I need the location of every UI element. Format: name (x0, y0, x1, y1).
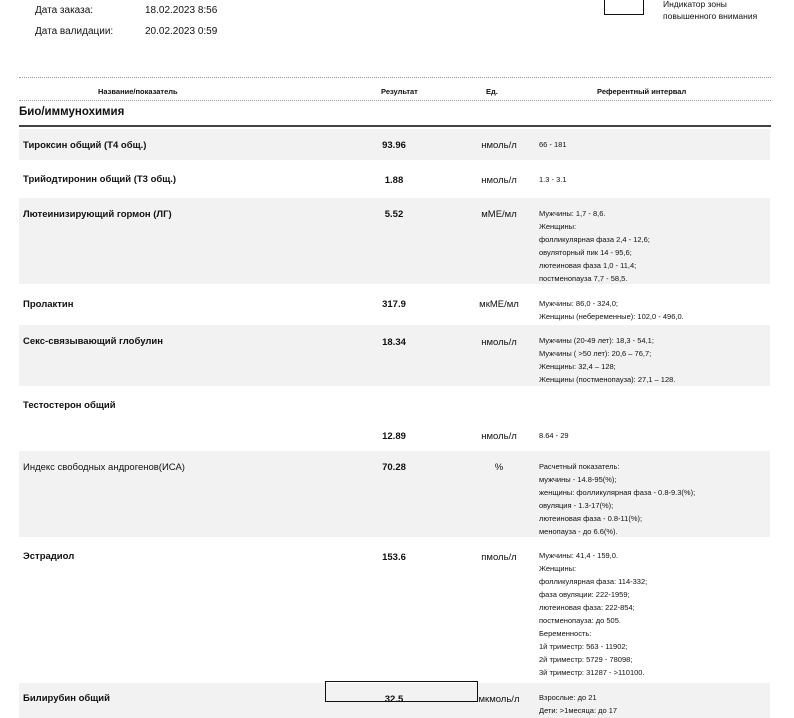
section-title: Био/иммунохимия (19, 106, 125, 118)
validation-date-label: Дата валидации: (35, 26, 114, 37)
ref-line: Взрослые: до 21 (539, 693, 597, 702)
result-row-lh: Лютеинизирующий гормон (ЛГ) 5.52 мМЕ/мл … (19, 198, 770, 284)
test-unit: % (494, 462, 504, 473)
indicator-text-1: Индикатор зоны (663, 0, 727, 9)
col-header-reference: Референтный интервал (597, 87, 687, 96)
test-name: Индекс свободных андрогенов(ИСА) (23, 462, 185, 473)
ref-line: фаза овуляции: 222-1959; (539, 590, 630, 599)
test-unit: нмоль/л (481, 337, 517, 348)
ref-line: Женщины (небеременные): 102,0 - 496,0. (539, 312, 684, 321)
test-result: 12.89 (382, 431, 406, 442)
ref-line: Женщины: (539, 222, 577, 231)
validation-date-value: 20.02.2023 0:59 (145, 26, 218, 37)
test-result: 5.52 (384, 209, 404, 220)
ref-line: Мужчины: 1,7 - 8,6. (539, 209, 606, 218)
col-header-unit: Ед. (486, 87, 498, 96)
test-result: 93.96 (382, 140, 406, 151)
test-reference: 8.64 - 29 (539, 429, 569, 442)
test-unit: пмоль/л (481, 552, 517, 563)
test-unit: нмоль/л (481, 140, 517, 151)
test-reference: Взрослые: до 21 Дети: >1месяца: до 17 (539, 691, 617, 717)
test-reference: 1.3 - 3.1 (539, 173, 567, 186)
ref-line: Женщины (постменопауза): 27,1 – 128. (539, 375, 676, 384)
test-result: 317.9 (382, 299, 406, 310)
test-reference: Расчетный показатель: мужчины - 14.8-95(… (539, 460, 695, 538)
col-header-result: Результат (381, 87, 418, 96)
ref-line: Беременность: (539, 629, 592, 638)
ref-line: 3й триместр: 31287 - >110100. (539, 668, 645, 677)
test-result: 70.28 (382, 462, 406, 473)
result-row-fai: Индекс свободных андрогенов(ИСА) 70.28 %… (19, 451, 770, 537)
ref-line: женщины: фолликулярная фаза - 0.8-9.3(%)… (539, 488, 696, 497)
test-unit: нмоль/л (481, 431, 517, 442)
order-date-label: Дата заказа: (35, 5, 94, 16)
ref-line: лютеиновая фаза 1,0 - 11,4; (539, 261, 637, 270)
ref-line: 66 - 181 (539, 140, 567, 149)
test-name: Лютеинизирующий гормон (ЛГ) (23, 209, 172, 220)
ref-line: менопауза - до 6.6(%). (539, 527, 618, 536)
test-reference: Мужчины: 86,0 - 324,0; Женщины (небереме… (539, 297, 684, 323)
ref-line: Дети: >1месяца: до 17 (539, 706, 618, 715)
test-reference: Мужчины (20-49 лет): 18,3 - 54,1; Мужчин… (539, 334, 675, 386)
test-name: Эстрадиол (23, 551, 75, 562)
ref-line: 1.3 - 3.1 (539, 175, 567, 184)
test-result: 32.5 (384, 694, 404, 705)
ref-line: Женщины: 32,4 – 128; (539, 362, 616, 371)
ref-line: овуляторный пик 14 - 95,6; (539, 248, 632, 257)
ref-line: фолликулярная фаза 2,4 - 12,6; (539, 235, 650, 244)
ref-line: мужчины - 14.8-95(%); (539, 475, 617, 484)
result-row-shbg: Секс-связывающий глобулин 18.34 нмоль/л … (19, 325, 770, 386)
test-name: Трийодтиронин общий (Т3 общ.) (23, 174, 177, 185)
result-row-bilirubin: Билирубин общий 32.5 мкмоль/л Взрослые: … (19, 681, 770, 718)
test-unit: нмоль/л (481, 175, 517, 186)
ref-line: Женщины: (539, 564, 577, 573)
ref-line: фолликулярная фаза: 114-332; (539, 577, 648, 586)
ref-line: Мужчины ( >50 лет): 20,6 – 76,7; (539, 349, 652, 358)
ref-line: постменопауза 7,7 - 58,5. (539, 274, 628, 283)
test-unit: мкмоль/л (478, 694, 520, 705)
ref-line: 8.64 - 29 (539, 431, 569, 440)
result-row-prolactin: Пролактин 317.9 мкМЕ/мл Мужчины: 86,0 - … (19, 286, 770, 323)
ref-line: Мужчины (20-49 лет): 18,3 - 54,1; (539, 336, 654, 345)
header-bottom-divider (19, 100, 771, 101)
result-row-estradiol: Эстрадиол 153.6 пмоль/л Мужчины: 41,4 - … (19, 539, 770, 681)
attention-indicator-legend: Индикатор зоны повышенного внимания (663, 0, 757, 22)
col-header-name: Название/показатель (98, 87, 178, 96)
test-name: Секс-связывающий глобулин (23, 336, 163, 347)
result-row-t4: Тироксин общий (Т4 общ.) 93.96 нмоль/л 6… (19, 129, 770, 160)
ref-line: Мужчины: 86,0 - 324,0; (539, 299, 619, 308)
test-unit: мМЕ/мл (481, 209, 517, 220)
test-result: 1.88 (384, 175, 404, 186)
ref-line: Расчетный показатель: (539, 462, 620, 471)
order-date-value: 18.02.2023 8:56 (145, 5, 218, 16)
test-name: Пролактин (23, 299, 74, 310)
test-name: Тестостерон общий (23, 400, 116, 411)
ref-line: 1й триместр: 563 - 11902; (539, 642, 628, 651)
test-result: 18.34 (382, 337, 406, 348)
test-name: Билирубин общий (23, 693, 110, 704)
test-reference: Мужчины: 1,7 - 8,6. Женщины: фолликулярн… (539, 207, 650, 285)
ref-line: лютеиновая фаза: 222-854; (539, 603, 635, 612)
test-result: 153.6 (382, 552, 406, 563)
ref-line: Мужчины: 41,4 - 159,0. (539, 551, 619, 560)
test-reference: 66 - 181 (539, 138, 567, 151)
test-reference: Мужчины: 41,4 - 159,0. Женщины: фолликул… (539, 549, 647, 679)
result-row-t3: Трийодтиронин общий (Т3 общ.) 1.88 нмоль… (19, 162, 770, 196)
ref-line: 2й триместр: 5729 - 78098; (539, 655, 633, 664)
header-top-divider (19, 77, 771, 78)
attention-indicator-box (604, 0, 644, 15)
ref-line: постменопауза: до 505. (539, 616, 621, 625)
indicator-text-2: повышенного внимания (663, 11, 758, 21)
test-name: Тироксин общий (Т4 общ.) (23, 140, 147, 151)
ref-line: овуляция - 1.3-17(%); (539, 501, 614, 510)
test-unit: мкМЕ/мл (479, 299, 519, 310)
ref-line: лютеиновая фаза - 0.8-11(%); (539, 514, 643, 523)
section-rule (19, 125, 771, 127)
result-row-testosterone: Тестостерон общий 12.89 нмоль/л 8.64 - 2… (19, 388, 770, 449)
